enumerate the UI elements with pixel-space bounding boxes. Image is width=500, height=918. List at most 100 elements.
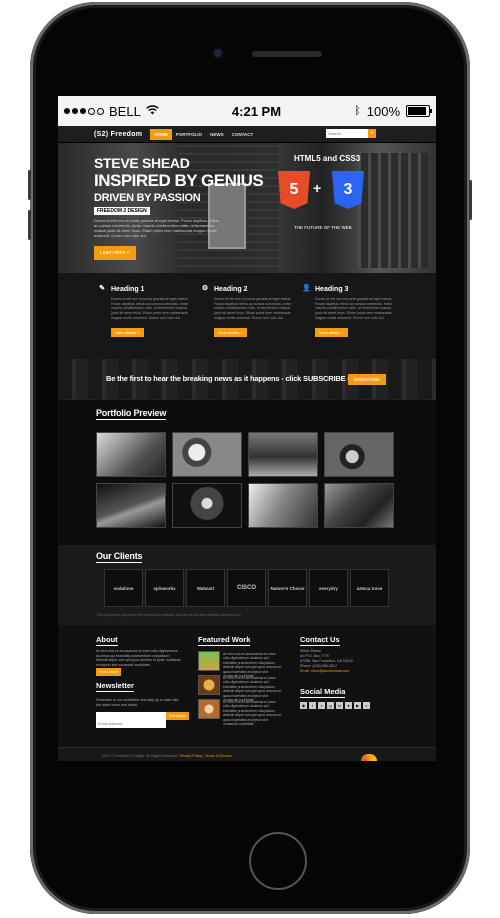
- feature-1: ✎ Heading 1 Donec id elit non mi porta gr…: [98, 285, 188, 339]
- clients-disclaimer: * All logos are the property of the resp…: [96, 613, 242, 617]
- power-button[interactable]: [469, 180, 472, 220]
- learn-more-button[interactable]: Learn more »: [94, 246, 136, 260]
- client-logo-vodafone[interactable]: vodafone: [104, 569, 143, 607]
- hero-headline: INSPIRED BY GENIUS: [94, 171, 264, 190]
- earpiece-speaker: [252, 51, 322, 57]
- window-image: [358, 153, 428, 268]
- footer: About At vero eos et accusamus et iusto …: [58, 625, 436, 747]
- separator: |: [202, 754, 204, 758]
- portfolio-title: Portfolio Preview: [96, 408, 167, 418]
- featured-item[interactable]: At vero eos et accusamus et iusto odio d…: [198, 651, 288, 678]
- contact-phone: Phone: (408) 556-0617: [300, 664, 337, 668]
- contact-title: Contact Us: [300, 635, 340, 644]
- nav-item-contact[interactable]: Contact: [228, 129, 258, 140]
- site-logo[interactable]: (S2) Freedom: [94, 131, 142, 138]
- battery-percent: 100%: [366, 103, 400, 119]
- twitter-icon[interactable]: t: [318, 702, 325, 709]
- privacy-link[interactable]: Privacy Policy: [180, 754, 202, 758]
- about-text: At vero eos et accusamus et iusto odio d…: [96, 649, 181, 667]
- feature-text: Donec id elit non mi porta gravida at eg…: [111, 297, 189, 320]
- search-icon[interactable]: ⌕: [368, 129, 376, 138]
- hero-banner: STEVE SHEAD INSPIRED BY GENIUS DRIVEN BY…: [58, 143, 436, 273]
- html5-icon-label: 5: [289, 181, 299, 198]
- facebook-icon[interactable]: f: [309, 702, 316, 709]
- hero-name: STEVE SHEAD: [94, 155, 190, 171]
- newsletter-text: Subscribe to our newsletter and stay up …: [96, 698, 179, 707]
- portfolio-section: Portfolio Preview: [58, 399, 436, 545]
- client-logo-cisco[interactable]: CISCO: [227, 569, 266, 607]
- client-logo-everydry[interactable]: everydry: [309, 569, 348, 607]
- subscribe-banner: Be the first to hear the breaking news a…: [58, 359, 436, 399]
- client-logo-walmart[interactable]: Walmart: [186, 569, 225, 607]
- social-title: Social Media: [300, 687, 346, 696]
- newsletter-title: Newsletter: [96, 681, 134, 690]
- email-field[interactable]: [96, 720, 166, 728]
- about-title: About: [96, 635, 118, 644]
- features-section: ✎ Heading 1 Donec id elit non mi porta gr…: [58, 273, 436, 359]
- client-logo-spinworkx[interactable]: spinworkx: [145, 569, 184, 607]
- contact-city: #7096, San Francisco, CA 94120: [300, 659, 353, 663]
- pencil-icon: ✎: [99, 285, 105, 292]
- volume-up-button[interactable]: [28, 170, 31, 200]
- battery-fill: [408, 107, 426, 115]
- feature-text: Donec id elit non mi porta gravida at eg…: [315, 297, 393, 320]
- featured-item[interactable]: At vero eos et accusamus et iusto odio d…: [198, 675, 288, 702]
- photo-camera-icon[interactable]: [324, 432, 394, 477]
- nav-item-news[interactable]: News: [206, 129, 228, 140]
- feature-heading: Heading 3: [315, 285, 349, 293]
- volume-down-button[interactable]: [28, 210, 31, 240]
- client-logo-natures-choice[interactable]: Nature's Choice: [268, 569, 307, 607]
- photo-chart-icon[interactable]: [248, 483, 318, 528]
- photo-robot-icon[interactable]: [172, 483, 242, 528]
- featured-item[interactable]: At vero eos et accusamus et iusto odio d…: [198, 699, 288, 726]
- gear-icon: ⚙: [201, 285, 209, 292]
- nav-item-portfolio[interactable]: Portfolio: [172, 129, 206, 140]
- flickr-icon[interactable]: ●: [345, 702, 352, 709]
- photo-hands-icon[interactable]: [96, 432, 166, 477]
- tech-caption: THE FUTURE OF THE WEB: [294, 225, 352, 230]
- view-details-button[interactable]: View details »: [315, 327, 348, 337]
- clients-title: Our Clients: [96, 551, 143, 561]
- view-details-button[interactable]: View details »: [111, 327, 144, 337]
- home-button[interactable]: [249, 832, 307, 890]
- copyright-bar: 2014 © Freedom 2 Design. All Rights Rese…: [58, 747, 436, 761]
- vimeo-icon[interactable]: v: [363, 702, 370, 709]
- carrier-label: BELL: [109, 103, 141, 119]
- view-details-button[interactable]: View details »: [214, 327, 247, 337]
- youtube-icon[interactable]: ▶: [354, 702, 361, 709]
- battery-icon: [406, 105, 432, 117]
- subscribe-button[interactable]: SUBSCRIBE: [348, 374, 387, 385]
- status-bar: BELL 4:21 PM ᛒ 100%: [58, 96, 436, 126]
- clients-section: Our Clients vodafone spinworkx Walmart C…: [58, 545, 436, 625]
- search-input[interactable]: [326, 129, 368, 138]
- html5-icon: 5: [278, 171, 310, 209]
- google-plus-icon[interactable]: g: [327, 702, 334, 709]
- subscribe-text: Be the first to hear the breaking news a…: [106, 374, 364, 383]
- css3-icon: 3: [332, 171, 364, 209]
- contact-box: c/o P.O. Box 7775: [300, 654, 329, 658]
- bluetooth-icon: ᛒ: [354, 105, 361, 117]
- photo-tower-icon[interactable]: [96, 483, 166, 528]
- newsletter-subscribe-button[interactable]: Subscribe: [166, 712, 189, 720]
- payphone-image: [208, 183, 246, 249]
- contact-email[interactable]: Email: steve@steveshead.com: [300, 669, 349, 674]
- email-field-wrapper: [96, 712, 166, 728]
- featured-title: Featured Work: [198, 635, 251, 644]
- featured-thumb: [198, 675, 220, 695]
- photo-telescope-icon[interactable]: [324, 483, 394, 528]
- read-more-button[interactable]: Read More: [96, 668, 121, 676]
- hero-subheadline: DRIVEN BY PASSION: [94, 192, 201, 204]
- photo-reel-icon[interactable]: [172, 432, 242, 477]
- client-logo-azteca[interactable]: azteca trece: [350, 569, 389, 607]
- rss-icon[interactable]: ◉: [300, 702, 307, 709]
- css3-icon-label: 3: [343, 181, 353, 198]
- linkedin-icon[interactable]: in: [336, 702, 343, 709]
- plus-sign: +: [313, 180, 322, 196]
- terms-link[interactable]: Terms of Service: [205, 754, 232, 758]
- featured-text: At vero eos et accusamus et iusto odio d…: [223, 700, 282, 727]
- feature-heading: Heading 1: [111, 285, 145, 293]
- clock-time: 4:21 PM: [231, 103, 282, 119]
- hero-text: Donec id elit non mi porta gravida at eg…: [94, 218, 219, 238]
- photo-desk-icon[interactable]: [248, 432, 318, 477]
- nav-item-home[interactable]: Home: [150, 128, 172, 140]
